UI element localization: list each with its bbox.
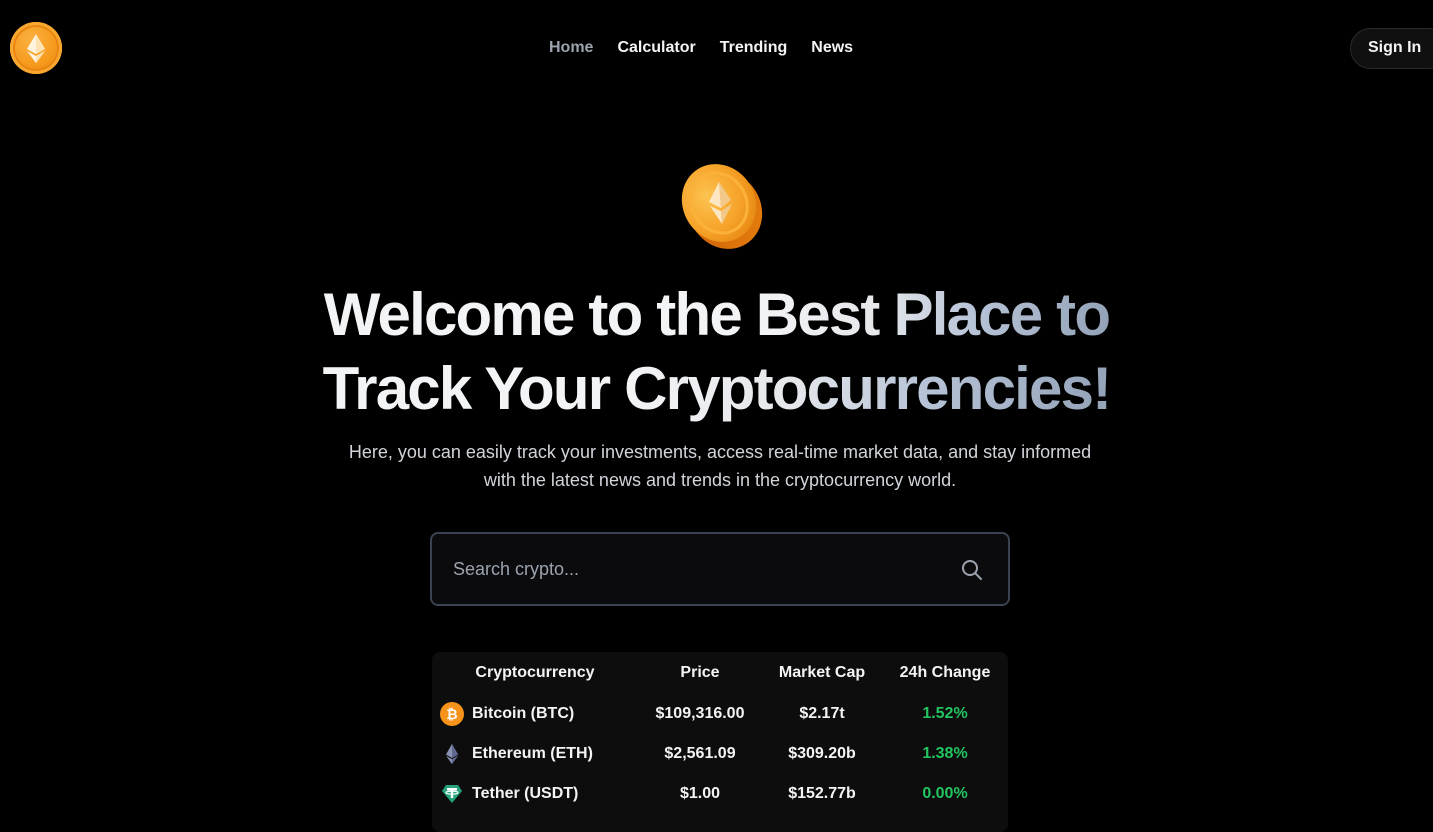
hero-headline: Welcome to the Best Place to Track Your … [0, 278, 1433, 426]
coin-price: $1.00 [679, 785, 721, 802]
headline-line1-plain: Welcome to the [323, 281, 756, 348]
coin-name: Ethereum (ETH) [472, 745, 593, 762]
column-header-market-cap[interactable]: Market Cap [762, 652, 882, 694]
headline-line2-gradient: Cryptocurrencies! [624, 355, 1112, 422]
coin-name: Tether (USDT) [472, 785, 579, 802]
coin-market-cap: $2.17t [799, 705, 845, 722]
ethereum-icon [440, 742, 464, 766]
coin-price: $109,316.00 [655, 705, 745, 722]
coin-market-cap: $152.77b [788, 785, 856, 802]
search-icon[interactable] [960, 558, 984, 582]
coin-24h-change: 0.00% [922, 785, 968, 802]
bitcoin-icon: ₿ [440, 702, 464, 726]
column-header-cryptocurrency[interactable]: Cryptocurrency [432, 652, 638, 694]
main-nav: Home Calculator Trending News [549, 38, 853, 58]
crypto-table: Cryptocurrency Price Market Cap 24h Chan… [432, 652, 1008, 832]
hero-subtitle: Here, you can easily track your investme… [348, 442, 1092, 490]
coin-24h-change: 1.52% [922, 705, 968, 722]
nav-trending-link[interactable]: Trending [720, 38, 788, 58]
coin-name: Bitcoin (BTC) [472, 705, 575, 722]
column-header-24h-change[interactable]: 24h Change [882, 652, 1008, 694]
table-header-row: Cryptocurrency Price Market Cap 24h Chan… [432, 652, 1008, 694]
logo-icon[interactable] [10, 22, 62, 74]
column-header-price[interactable]: Price [638, 652, 762, 694]
coin-market-cap: $309.20b [788, 745, 856, 762]
headline-line1-gradient: Best Place to [755, 281, 1111, 348]
table-row[interactable]: ₿ Bitcoin (BTC) $109,316.00 $2.17t 1.52% [432, 694, 1008, 734]
svg-text:₿: ₿ [446, 706, 457, 722]
nav-home-link[interactable]: Home [549, 38, 593, 58]
nav-calculator-link[interactable]: Calculator [617, 38, 695, 58]
coin-24h-change: 1.38% [922, 745, 968, 762]
headline-line2-plain: Track Your [322, 355, 625, 422]
tether-icon [440, 782, 464, 806]
search-box [430, 532, 1010, 606]
search-input[interactable] [432, 534, 932, 604]
ethereum-coin-icon [677, 158, 765, 250]
coin-price: $2,561.09 [664, 745, 736, 762]
nav-news-link[interactable]: News [811, 38, 853, 58]
sign-in-button[interactable]: Sign In [1350, 28, 1433, 69]
table-row[interactable]: Ethereum (ETH) $2,561.09 $309.20b 1.38% [432, 734, 1008, 774]
table-row[interactable]: Tether (USDT) $1.00 $152.77b 0.00% [432, 774, 1008, 814]
